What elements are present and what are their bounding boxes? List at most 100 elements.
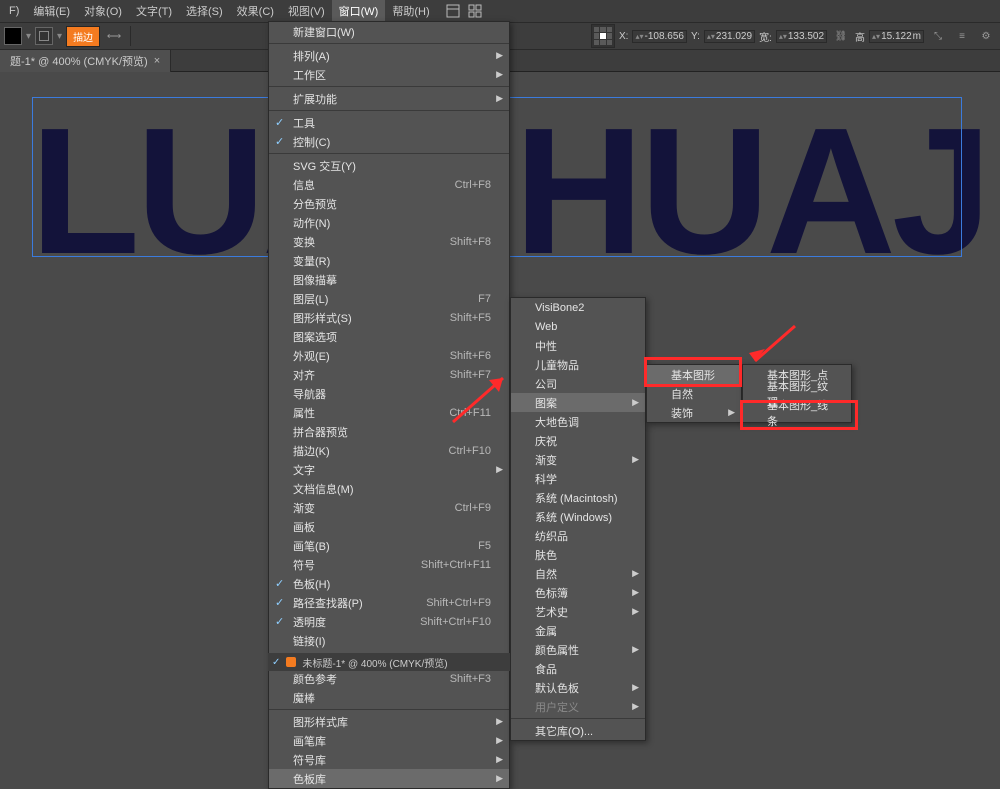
transform-icon[interactable]: ⤡ — [928, 26, 948, 46]
menu-item[interactable]: 文字▶ — [269, 460, 509, 479]
menu-effect[interactable]: 效果(C) — [230, 0, 281, 22]
menu-item[interactable]: 链接(I) — [269, 631, 509, 650]
menu-item[interactable]: 纺织品 — [511, 526, 645, 545]
menu-item[interactable]: 属性Ctrl+F11 — [269, 403, 509, 422]
menu-item[interactable]: ✓色板(H) — [269, 574, 509, 593]
w-field[interactable]: ▴▾ 133.502 — [776, 30, 827, 43]
status-indicator-icon — [286, 657, 296, 667]
menu-item[interactable]: 图层(L)F7 — [269, 289, 509, 308]
menu-item[interactable]: 拼合器预览 — [269, 422, 509, 441]
menu-item[interactable]: 自然▶ — [511, 564, 645, 583]
pattern-submenu: 基本图形自然装饰▶ — [646, 364, 742, 423]
menu-item[interactable]: VisiBone2 — [511, 298, 645, 317]
menu-object[interactable]: 对象(O) — [77, 0, 129, 22]
menu-item[interactable]: Web — [511, 317, 645, 336]
menu-item[interactable]: ✓路径查找器(P)Shift+Ctrl+F9 — [269, 593, 509, 612]
menu-item[interactable]: 大地色调 — [511, 412, 645, 431]
menu-help[interactable]: 帮助(H) — [385, 0, 436, 22]
menu-text[interactable]: 文字(T) — [129, 0, 179, 22]
y-field[interactable]: ▴▾ 231.029 — [704, 30, 755, 43]
menu-item[interactable]: 颜色参考Shift+F3 — [269, 669, 509, 688]
menu-item[interactable]: 扩展功能▶ — [269, 89, 509, 108]
menu-item[interactable]: 图像描摹 — [269, 270, 509, 289]
menu-item[interactable]: 公司 — [511, 374, 645, 393]
stroke-width-stepper[interactable]: ⟷ — [104, 26, 124, 46]
menu-item[interactable]: 肤色 — [511, 545, 645, 564]
stroke-swatch[interactable] — [35, 27, 53, 45]
menu-item[interactable]: 色板库▶ — [269, 769, 509, 788]
settings-icon[interactable]: ⚙ — [976, 26, 996, 46]
menu-item[interactable]: 颜色属性▶ — [511, 640, 645, 659]
menu-item[interactable]: 符号库▶ — [269, 750, 509, 769]
menu-item[interactable]: 信息Ctrl+F8 — [269, 175, 509, 194]
menu-item[interactable]: 魔棒 — [269, 688, 509, 707]
menu-item[interactable]: 儿童物品 — [511, 355, 645, 374]
menu-item[interactable]: 分色预览 — [269, 194, 509, 213]
menu-item[interactable]: 默认色板▶ — [511, 678, 645, 697]
menubar: F) 编辑(E) 对象(O) 文字(T) 选择(S) 效果(C) 视图(V) 窗… — [0, 0, 1000, 22]
menu-item[interactable]: ✓工具 — [269, 113, 509, 132]
link-wh-icon[interactable]: ⛓ — [831, 26, 851, 46]
menu-item[interactable]: ✓控制(C) — [269, 132, 509, 151]
menu-item[interactable]: 图案▶ — [511, 393, 645, 412]
document-tab[interactable]: 题-1* @ 400% (CMYK/预览) × — [0, 50, 171, 72]
menu-item[interactable]: 基本图形 — [647, 365, 741, 384]
menu-item[interactable]: 其它库(O)... — [511, 721, 645, 740]
y-label: Y: — [691, 31, 700, 42]
menu-window[interactable]: 窗口(W) — [332, 0, 386, 22]
menu-item[interactable]: 系统 (Windows) — [511, 507, 645, 526]
menu-item[interactable]: 图案选项 — [269, 327, 509, 346]
menu-item[interactable]: 渐变▶ — [511, 450, 645, 469]
menu-item[interactable]: 艺术史▶ — [511, 602, 645, 621]
tab-title: 题-1* @ 400% (CMYK/预览) — [10, 53, 148, 69]
menu-item[interactable]: 变量(R) — [269, 251, 509, 270]
basic-graphics-submenu: 基本图形_点基本图形_纹理基本图形_线条 — [742, 364, 852, 423]
x-field[interactable]: ▴▾ -108.656 — [632, 30, 687, 43]
menu-item[interactable]: 科学 — [511, 469, 645, 488]
menu-item[interactable]: 庆祝 — [511, 431, 645, 450]
menu-item[interactable]: 基本图形_线条 — [743, 403, 851, 422]
menu-item[interactable]: 食品 — [511, 659, 645, 678]
reference-point-picker[interactable] — [591, 24, 615, 48]
close-icon[interactable]: × — [154, 55, 160, 67]
menu-item[interactable]: 排列(A)▶ — [269, 46, 509, 65]
menu-item[interactable]: 系统 (Macintosh) — [511, 488, 645, 507]
menu-item[interactable]: 动作(N) — [269, 213, 509, 232]
menu-item[interactable]: 自然 — [647, 384, 741, 403]
menu-item[interactable]: 描边(K)Ctrl+F10 — [269, 441, 509, 460]
w-label: 宽: — [759, 29, 772, 44]
menu-item[interactable]: 中性 — [511, 336, 645, 355]
menu-item[interactable]: 新建窗口(W) — [269, 22, 509, 41]
menu-item[interactable]: SVG 交互(Y) — [269, 156, 509, 175]
h-field[interactable]: ▴▾ 15.122 m — [869, 30, 924, 43]
fill-swatch[interactable] — [4, 27, 22, 45]
window-menu-dropdown: 新建窗口(W) 排列(A)▶工作区▶ 扩展功能▶ ✓工具✓控制(C) SVG 交互(Y)… — [268, 21, 510, 789]
menu-item[interactable]: 文档信息(M) — [269, 479, 509, 498]
menu-item[interactable]: 渐变Ctrl+F9 — [269, 498, 509, 517]
h-label: 高 — [855, 29, 865, 44]
menu-item[interactable]: 导航器 — [269, 384, 509, 403]
menu-view[interactable]: 视图(V) — [281, 0, 332, 22]
stroke-label[interactable]: 描边 — [66, 26, 100, 47]
menu-edit[interactable]: 编辑(E) — [26, 0, 77, 22]
menu-item[interactable]: 图形样式库▶ — [269, 712, 509, 731]
menu-item[interactable]: 图形样式(S)Shift+F5 — [269, 308, 509, 327]
menu-item[interactable]: 符号Shift+Ctrl+F11 — [269, 555, 509, 574]
menu-item[interactable]: 画板 — [269, 517, 509, 536]
menu-item[interactable]: 画笔(B)F5 — [269, 536, 509, 555]
menu-item[interactable]: 外观(E)Shift+F6 — [269, 346, 509, 365]
menu-item[interactable]: 变换Shift+F8 — [269, 232, 509, 251]
menu-item[interactable]: 工作区▶ — [269, 65, 509, 84]
swatch-libraries-submenu: VisiBone2Web中性儿童物品公司图案▶大地色调庆祝渐变▶科学系统 (Ma… — [510, 297, 646, 741]
align-icon[interactable]: ≡ — [952, 26, 972, 46]
menu-item[interactable]: ✓透明度Shift+Ctrl+F10 — [269, 612, 509, 631]
menu-item[interactable]: 对齐Shift+F7 — [269, 365, 509, 384]
menu-item[interactable]: 装饰▶ — [647, 403, 741, 422]
menu-item[interactable]: 金属 — [511, 621, 645, 640]
arrange-docs-icon[interactable] — [445, 3, 461, 19]
menu-select[interactable]: 选择(S) — [179, 0, 230, 22]
menu-file[interactable]: F) — [2, 2, 26, 20]
menu-item[interactable]: 色标簿▶ — [511, 583, 645, 602]
layout-grid-icon[interactable] — [467, 3, 483, 19]
menu-item[interactable]: 画笔库▶ — [269, 731, 509, 750]
